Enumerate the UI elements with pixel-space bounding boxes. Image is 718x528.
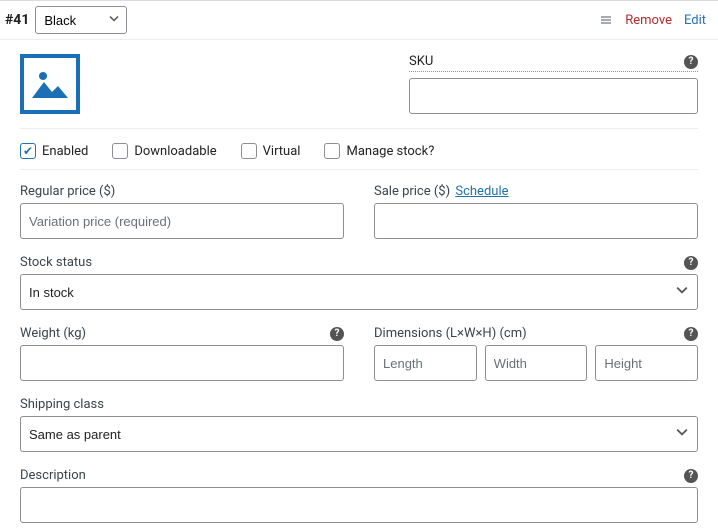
dimension-width-input[interactable] — [485, 345, 588, 381]
virtual-checkbox-label[interactable]: Virtual — [241, 143, 301, 159]
stock-status-select[interactable]: In stock — [20, 274, 698, 310]
shipping-class-label: Shipping class — [20, 397, 104, 412]
weight-input[interactable] — [20, 345, 344, 381]
downloadable-checkbox-label[interactable]: Downloadable — [112, 143, 216, 159]
sale-price-label: Sale price ($) — [374, 184, 450, 199]
reorder-handle-icon[interactable] — [599, 13, 613, 27]
sale-price-input[interactable] — [374, 203, 698, 239]
schedule-link[interactable]: Schedule — [455, 184, 508, 199]
downloadable-checkbox[interactable] — [112, 143, 128, 159]
shipping-class-select[interactable]: Same as parent — [20, 416, 698, 452]
help-icon[interactable]: ? — [684, 256, 698, 270]
variation-attribute-select[interactable]: Black — [35, 6, 127, 34]
stock-status-label: Stock status — [20, 255, 92, 270]
manage-stock-checkbox[interactable] — [324, 143, 340, 159]
remove-link[interactable]: Remove — [625, 13, 672, 28]
description-input[interactable] — [20, 487, 698, 523]
description-label: Description — [20, 468, 86, 483]
variation-image-upload[interactable] — [20, 54, 80, 114]
regular-price-label: Regular price ($) — [20, 184, 115, 199]
edit-link[interactable]: Edit — [684, 13, 706, 28]
weight-label: Weight (kg) — [20, 326, 86, 341]
enabled-checkbox[interactable] — [20, 143, 36, 159]
enabled-checkbox-label[interactable]: Enabled — [20, 143, 88, 159]
manage-stock-checkbox-label[interactable]: Manage stock? — [324, 143, 434, 159]
help-icon[interactable]: ? — [684, 327, 698, 341]
help-icon[interactable]: ? — [684, 469, 698, 483]
image-placeholder-icon — [30, 64, 70, 104]
help-icon[interactable]: ? — [684, 55, 698, 69]
dimension-height-input[interactable] — [595, 345, 698, 381]
help-icon[interactable]: ? — [330, 327, 344, 341]
sku-label: SKU — [409, 54, 433, 69]
variation-id: #41 — [5, 12, 29, 28]
regular-price-input[interactable] — [20, 203, 344, 239]
sku-input[interactable] — [409, 78, 698, 114]
dimensions-label: Dimensions (L×W×H) (cm) — [374, 326, 527, 341]
virtual-checkbox[interactable] — [241, 143, 257, 159]
dimension-length-input[interactable] — [374, 345, 477, 381]
